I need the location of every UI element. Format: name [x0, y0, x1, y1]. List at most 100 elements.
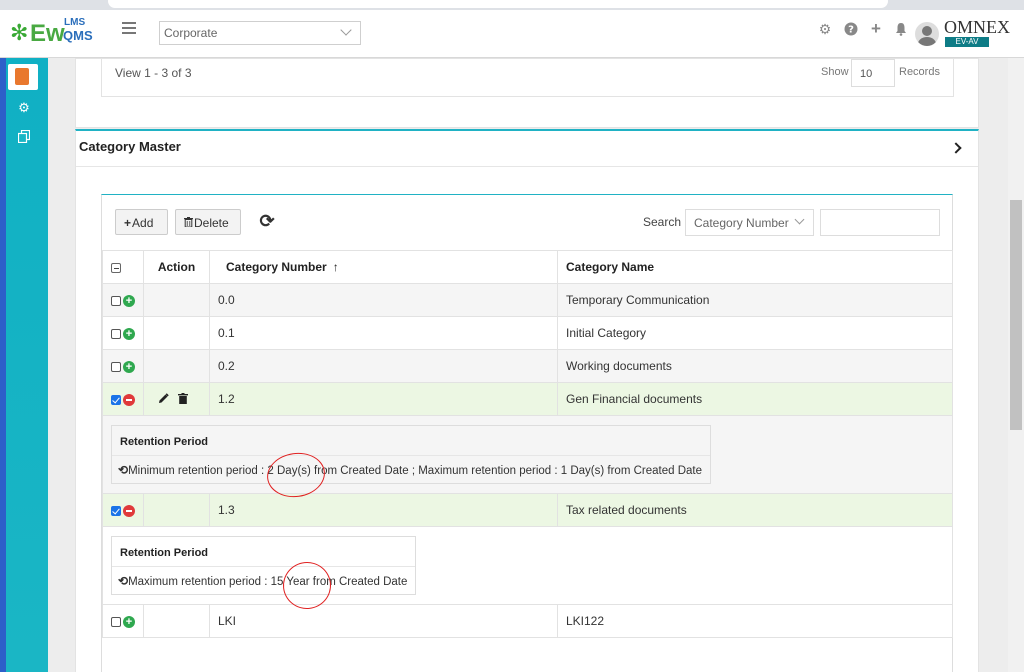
retention-detail-cell: Retention Period ⟲Maximum retention peri… [102, 526, 953, 605]
sort-ascending-icon[interactable]: ↑ [333, 260, 339, 274]
trash-icon [184, 216, 193, 230]
records-label: Records [899, 66, 940, 78]
page-scrollbar[interactable] [1008, 58, 1024, 672]
row-select-cell [102, 382, 144, 416]
bell-icon[interactable] [894, 22, 908, 36]
select-all-checkbox[interactable] [111, 262, 121, 273]
page-size-input[interactable]: 10 [851, 59, 895, 87]
app-logo[interactable]: ✻ Ew LMS QMS [10, 18, 100, 50]
retention-detail-row: Retention Period ⟲Maximum retention peri… [102, 526, 953, 605]
column-header-category-number-label: Category Number [226, 260, 327, 274]
brand-badge: EV-AV [945, 37, 989, 47]
table-header-row: Action Category Number ↑ Category Name [102, 250, 953, 284]
add-button[interactable]: +Add [115, 209, 168, 235]
table-row[interactable]: + 0.0 Temporary Communication [102, 283, 953, 317]
expand-icon[interactable]: + [123, 327, 135, 340]
brand-logo: OMNEX EV-AV [944, 17, 1010, 48]
plus-icon[interactable]: + [869, 20, 883, 37]
brand-name: OMNEX [944, 17, 1010, 37]
search-field-select[interactable]: Category Number [685, 209, 814, 236]
row-select-cell [102, 493, 144, 527]
plus-icon: + [124, 216, 132, 230]
table-row[interactable]: 1.2 Gen Financial documents [102, 382, 953, 416]
table-row[interactable]: + LKI LKI122 [102, 604, 953, 638]
category-number-cell: 0.0 [209, 283, 558, 317]
gear-icon[interactable]: ⚙ [818, 22, 832, 36]
action-cell [143, 349, 210, 383]
action-cell [143, 283, 210, 317]
retention-detail-cell: Retention Period ⟲Minimum retention peri… [102, 415, 953, 494]
logo-qms: QMS [63, 28, 93, 43]
chevron-down-icon [340, 24, 352, 36]
retention-detail-row: Retention Period ⟲Minimum retention peri… [102, 415, 953, 494]
add-button-label: Add [132, 216, 154, 230]
category-table: Action Category Number ↑ Category Name + … [102, 250, 953, 638]
grid-toolbar: +Add Delete ⟳ Search Category Number [102, 195, 952, 251]
category-number-cell: 1.2 [209, 382, 558, 416]
row-checkbox[interactable] [111, 505, 121, 516]
expand-icon[interactable]: + [123, 360, 135, 373]
select-all-cell [102, 250, 144, 284]
category-master-header[interactable]: Category Master [76, 131, 978, 167]
row-checkbox[interactable] [111, 394, 121, 405]
expand-icon[interactable]: + [123, 615, 135, 628]
rail-stripe [0, 58, 6, 672]
row-checkbox[interactable] [111, 616, 121, 627]
url-bar[interactable] [108, 0, 888, 8]
category-grid: +Add Delete ⟳ Search Category Number Act… [101, 194, 953, 672]
category-name-cell: Gen Financial documents [557, 382, 953, 416]
action-cell [143, 493, 210, 527]
view-count-text: View 1 - 3 of 3 [115, 66, 192, 80]
column-header-action: Action [143, 250, 210, 284]
organization-select-value: Corporate [164, 26, 218, 40]
category-name-cell: Tax related documents [557, 493, 953, 527]
search-input[interactable] [820, 209, 940, 236]
logo-lms: LMS [64, 17, 86, 28]
expand-icon[interactable]: + [123, 294, 135, 307]
table-row[interactable]: + 0.2 Working documents [102, 349, 953, 383]
column-header-category-name[interactable]: Category Name [557, 250, 953, 284]
rail-item-documents[interactable] [8, 64, 38, 90]
top-header: ✻ Ew LMS QMS Corporate ⚙ ? + OMNEX EV-AV [0, 10, 1024, 58]
scrollbar-thumb[interactable] [1010, 200, 1022, 430]
category-master-card: Category Master +Add Delete ⟳ Search Cat… [75, 129, 979, 672]
collapse-icon[interactable] [123, 393, 135, 406]
category-number-cell: 0.2 [209, 349, 558, 383]
delete-button[interactable]: Delete [175, 209, 241, 235]
retention-period-box: Retention Period ⟲Minimum retention peri… [111, 425, 711, 484]
collapse-icon[interactable] [123, 504, 135, 517]
refresh-icon[interactable]: ⟳ [256, 211, 278, 233]
document-icon [15, 68, 29, 85]
category-number-cell: LKI [209, 604, 558, 638]
history-icon: ⟲ [118, 463, 129, 477]
help-icon[interactable]: ? [844, 22, 858, 36]
category-name-cell: Temporary Communication [557, 283, 953, 317]
retention-period-title: Retention Period [112, 537, 416, 567]
menu-icon[interactable] [122, 22, 136, 34]
row-checkbox[interactable] [111, 328, 121, 339]
category-number-cell: 1.3 [209, 493, 558, 527]
table-row[interactable]: + 0.1 Initial Category [102, 316, 953, 350]
pencil-icon[interactable] [158, 392, 169, 407]
settings-icon[interactable]: ⚙ [16, 100, 32, 116]
retention-period-text: Maximum retention period : 15 Year from … [128, 576, 408, 588]
trash-icon[interactable] [178, 392, 189, 407]
logo-text: Ew [30, 20, 65, 47]
main-content: View 1 - 3 of 3 Show 10 Records Category… [48, 58, 1008, 672]
show-label: Show [821, 66, 849, 78]
organization-select[interactable]: Corporate [159, 21, 361, 45]
action-cell [143, 316, 210, 350]
left-rail: ⚙ [0, 58, 48, 672]
avatar[interactable] [915, 22, 939, 46]
column-header-category-number[interactable]: Category Number ↑ [209, 250, 558, 284]
chevron-right-icon[interactable] [950, 142, 962, 154]
copy-icon[interactable] [16, 129, 32, 146]
chevron-down-icon [794, 214, 805, 225]
previous-panel: View 1 - 3 of 3 Show 10 Records [75, 58, 979, 128]
table-row[interactable]: 1.3 Tax related documents [102, 493, 953, 527]
search-label: Search [643, 215, 682, 229]
row-checkbox[interactable] [111, 361, 121, 372]
search-field-value: Category Number [694, 216, 789, 230]
row-checkbox[interactable] [111, 295, 121, 306]
action-cell [143, 604, 210, 638]
